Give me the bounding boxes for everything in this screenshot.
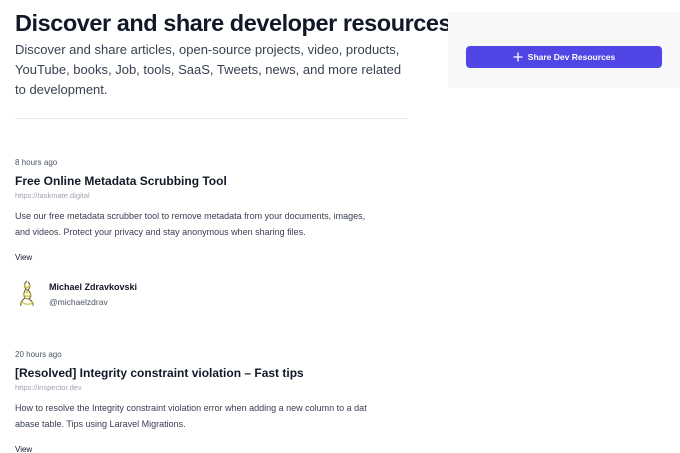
share-dev-resources-button[interactable]: Share Dev Resources xyxy=(466,46,662,68)
post-title-link[interactable]: Free Online Metadata Scrubbing Tool xyxy=(15,174,227,188)
sidebar-panel: Share Dev Resources xyxy=(448,12,680,88)
post-description: Use our free metadata scrubber tool to r… xyxy=(15,211,366,237)
page-description: Discover and share articles, open-source… xyxy=(15,42,402,97)
share-button-label: Share Dev Resources xyxy=(527,52,616,62)
view-link[interactable]: View xyxy=(15,445,32,453)
view-link[interactable]: View xyxy=(15,253,32,262)
post-url-link[interactable]: https://taskmate.digital xyxy=(15,191,90,200)
author-handle: @michaelzdrav xyxy=(49,297,108,307)
post-time: 8 hours ago xyxy=(15,158,58,167)
post-description: How to resolve the Integrity constraint … xyxy=(15,403,367,429)
post-time: 20 hours ago xyxy=(15,350,62,359)
plus-icon xyxy=(513,52,523,62)
post-url-link[interactable]: https://inspector.dev xyxy=(15,383,82,392)
post-title-link[interactable]: [Resolved] Integrity constraint violatio… xyxy=(15,366,304,380)
author-profile[interactable]: Michael Zdravkovski @michaelzdrav xyxy=(15,280,215,310)
avatar xyxy=(20,280,34,307)
page-title: Discover and share developer resources xyxy=(15,10,452,36)
divider xyxy=(15,118,408,119)
author-name: Michael Zdravkovski xyxy=(49,282,138,292)
